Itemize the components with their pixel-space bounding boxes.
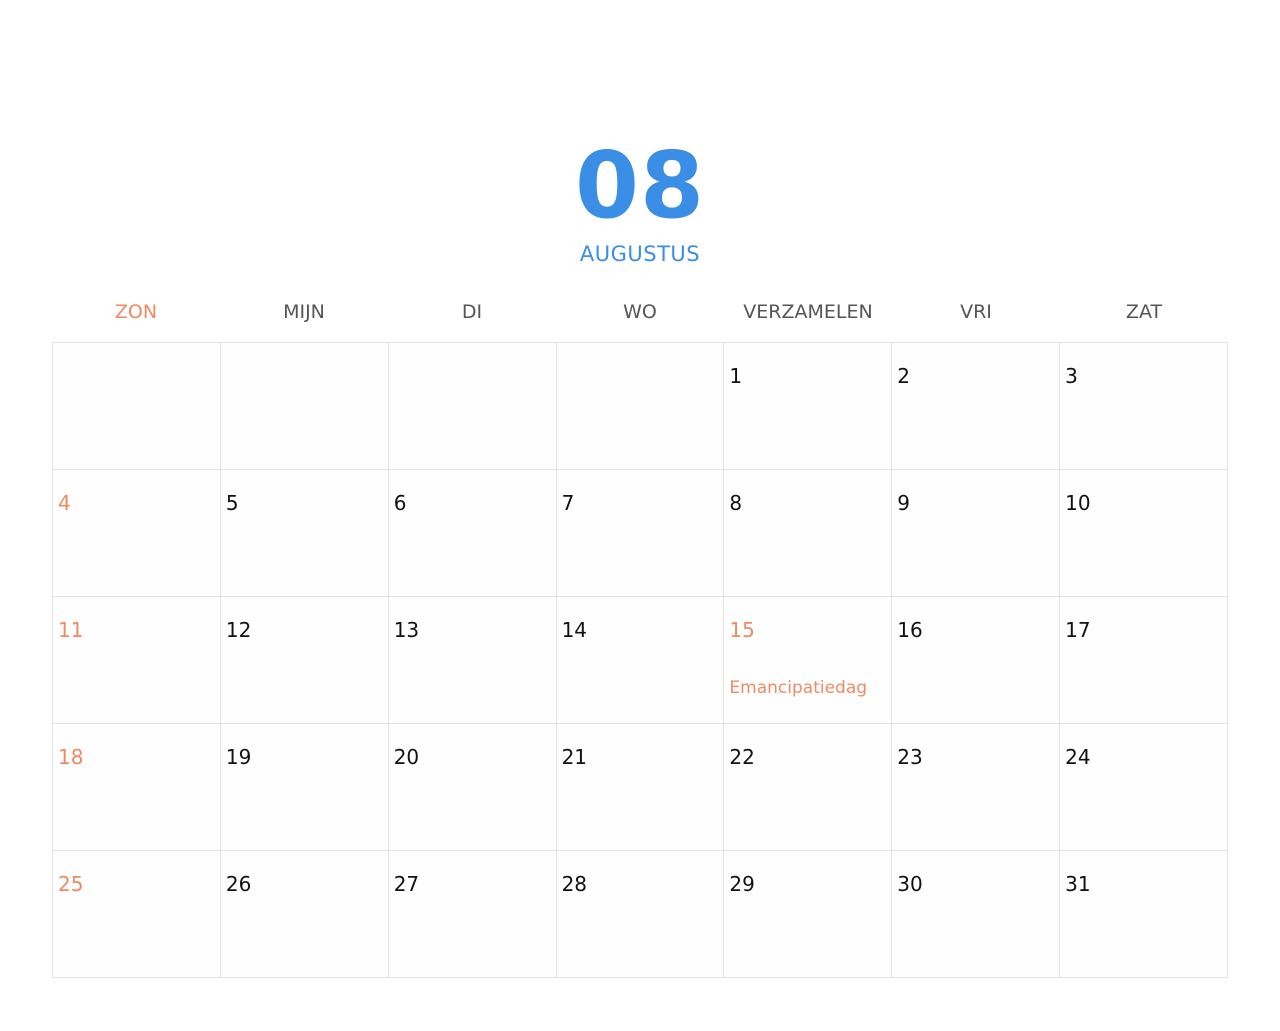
day-number: 27 bbox=[393, 872, 420, 896]
day-cell[interactable]: 5 bbox=[220, 470, 389, 597]
day-number: 10 bbox=[1065, 491, 1091, 515]
day-number: 4 bbox=[58, 491, 71, 515]
holiday-label: Emancipatiedag bbox=[729, 678, 868, 698]
weekday-label-tuesday: DI bbox=[461, 301, 483, 323]
day-cell[interactable]: 21 bbox=[556, 724, 725, 851]
day-cell[interactable]: 6 bbox=[388, 470, 557, 597]
day-number: 12 bbox=[225, 618, 252, 642]
empty-day-cell bbox=[220, 343, 389, 470]
day-number: 8 bbox=[729, 491, 743, 515]
day-cell[interactable]: 3 bbox=[1060, 343, 1228, 470]
day-cell[interactable]: 25 bbox=[53, 851, 221, 978]
day-number: 28 bbox=[561, 872, 588, 896]
weekday-label-thursday: VERZAMELEN bbox=[743, 301, 873, 323]
day-cell[interactable]: 9 bbox=[892, 470, 1061, 597]
day-cell[interactable]: 27 bbox=[388, 851, 557, 978]
day-number: 6 bbox=[393, 491, 407, 515]
day-number: 31 bbox=[1065, 872, 1091, 896]
weekday-label-monday: MIJN bbox=[283, 301, 325, 323]
day-number: 11 bbox=[58, 618, 84, 642]
month-header: 08 AUGUSTUS bbox=[0, 136, 1280, 268]
weekday-header-row: ZON MIJN DI WO VERZAMELEN VRI ZAT bbox=[52, 298, 1228, 326]
day-number: 16 bbox=[897, 618, 923, 642]
day-number: 3 bbox=[1065, 364, 1078, 388]
day-number: 24 bbox=[1065, 745, 1091, 769]
month-number: 08 bbox=[574, 132, 706, 239]
day-cell[interactable]: 10 bbox=[1060, 470, 1228, 597]
day-number: 9 bbox=[897, 491, 911, 515]
day-cell[interactable]: 26 bbox=[220, 851, 389, 978]
empty-day-cell bbox=[556, 343, 725, 470]
day-cell[interactable]: 30 bbox=[892, 851, 1061, 978]
day-cell[interactable]: 20 bbox=[388, 724, 557, 851]
day-number: 2 bbox=[897, 364, 911, 388]
day-number: 5 bbox=[225, 491, 239, 515]
day-cell[interactable]: 11 bbox=[53, 597, 221, 724]
day-cell[interactable]: 29 bbox=[724, 851, 893, 978]
day-number: 1 bbox=[729, 364, 743, 388]
day-number: 23 bbox=[897, 745, 923, 769]
weekday-label-wednesday: WO bbox=[623, 301, 657, 323]
day-number: 26 bbox=[225, 872, 252, 896]
day-cell[interactable]: 18 bbox=[53, 724, 221, 851]
day-cell[interactable]: 15 Emancipatiedag bbox=[724, 597, 893, 724]
day-cell[interactable]: 22 bbox=[724, 724, 893, 851]
day-cell[interactable]: 24 bbox=[1060, 724, 1228, 851]
day-number: 7 bbox=[561, 491, 575, 515]
day-cell[interactable]: 4 bbox=[53, 470, 221, 597]
day-number: 20 bbox=[393, 745, 420, 769]
day-cell[interactable]: 19 bbox=[220, 724, 389, 851]
day-cell[interactable]: 23 bbox=[892, 724, 1061, 851]
day-number: 14 bbox=[561, 618, 588, 642]
day-cell[interactable]: 16 bbox=[892, 597, 1061, 724]
weekday-label-saturday: ZAT bbox=[1125, 301, 1163, 323]
empty-day-cell bbox=[388, 343, 557, 470]
day-number: 29 bbox=[729, 872, 755, 896]
day-number: 21 bbox=[561, 745, 588, 769]
day-number: 25 bbox=[58, 872, 84, 896]
day-cell[interactable]: 14 bbox=[556, 597, 725, 724]
day-cell[interactable]: 31 bbox=[1060, 851, 1228, 978]
day-cell[interactable]: 12 bbox=[220, 597, 389, 724]
day-cell[interactable]: 8 bbox=[724, 470, 893, 597]
weekday-label-sunday: ZON bbox=[114, 301, 158, 323]
day-number: 22 bbox=[729, 745, 755, 769]
month-name: AUGUSTUS bbox=[579, 242, 701, 266]
day-cell[interactable]: 1 bbox=[724, 343, 893, 470]
day-cell[interactable]: 2 bbox=[892, 343, 1061, 470]
day-number: 30 bbox=[897, 872, 923, 896]
calendar-grid: 1 2 3 4 5 6 7 8 9 10 11 12 13 14 15 Emancipatiedag 16 17 1… bbox=[52, 342, 1228, 978]
day-cell[interactable]: 28 bbox=[556, 851, 725, 978]
empty-day-cell bbox=[53, 343, 221, 470]
day-number: 17 bbox=[1065, 618, 1091, 642]
day-cell[interactable]: 7 bbox=[556, 470, 725, 597]
day-number: 13 bbox=[393, 618, 420, 642]
day-number: 15 bbox=[729, 618, 755, 642]
day-cell[interactable]: 13 bbox=[388, 597, 557, 724]
weekday-label-friday: VRI bbox=[960, 301, 992, 323]
day-number: 19 bbox=[225, 745, 252, 769]
day-number: 18 bbox=[58, 745, 84, 769]
day-cell[interactable]: 17 bbox=[1060, 597, 1228, 724]
